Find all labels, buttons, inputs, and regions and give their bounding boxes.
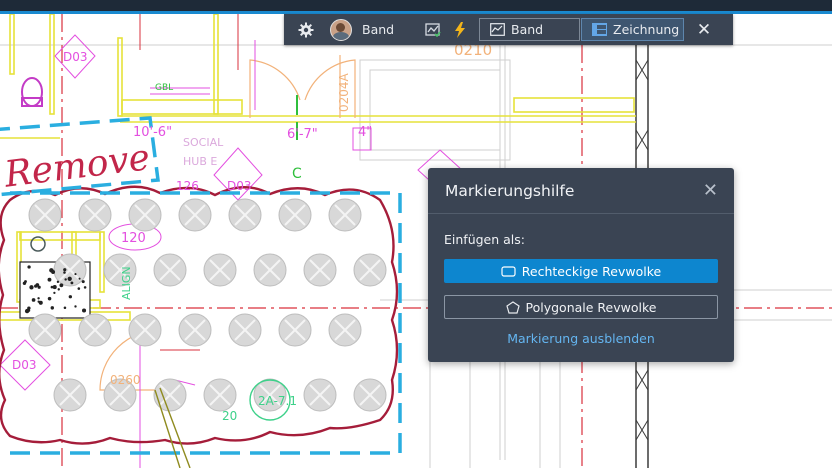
label-d03-mid: D03 [227,179,252,193]
compare-toolbar: Band Band Zeichnung ✕ [284,14,733,45]
chart-check-icon [425,22,441,37]
panel-header: Markierungshilfe ✕ [428,168,734,214]
stair-speckle [64,278,67,281]
lightning-icon [455,21,465,38]
stair-speckle [51,270,56,274]
stair-speckle [63,306,67,310]
gear-icon [298,22,314,37]
stair-speckle [63,268,67,272]
rectangular-cloud-label: Rechteckige Revwolke [521,263,662,279]
stair-speckle [74,273,77,276]
stair-speckle [47,277,52,282]
label-dim-4: 4" [358,125,372,140]
stair-speckle [27,309,31,312]
label-2a71: 2A-7.1 [258,394,297,408]
stair-speckle [47,296,52,301]
label-0204a: 0204A [337,72,351,112]
stair-speckle [57,288,60,291]
stair-speckle [74,305,77,308]
panel-title: Markierungshilfe [445,181,575,200]
label-dim-10-6: 10'-6" [133,125,172,140]
stair-speckle [56,280,60,284]
polygon-cloud-button[interactable]: Polygonale Revwolke [444,295,718,319]
stair-speckle [77,287,81,290]
stair-speckle [70,281,74,285]
stair-speckle [52,285,57,290]
stair-speckle [22,281,27,285]
stair-speckle [29,285,34,290]
label-align: ALIGN [120,266,133,300]
label-120: 120 [121,231,146,246]
stair-speckle [63,271,66,274]
stair-speckle [37,297,40,300]
rectangle-cloud-icon [501,265,516,277]
drawing-view-button[interactable]: Zeichnung [581,18,684,41]
user-name-label: Band [362,22,395,37]
label-d03-bottom: D03 [12,358,37,372]
stair-speckle [38,300,43,305]
label-dim-6-7: 6'-7" [287,127,318,142]
stair-speckle [53,291,56,295]
stair-speckle [82,308,87,313]
stair-speckle [35,283,40,287]
label-hub-e: HUB E [183,155,217,168]
settings-button[interactable] [284,14,328,45]
label-20: 20 [222,409,237,423]
label-126: 126 [176,179,199,193]
polygon-cloud-label: Polygonale Revwolke [525,299,657,315]
compare-chart-button[interactable] [418,14,448,45]
drawing-view-label: Zeichnung [613,22,680,37]
lightning-button[interactable] [448,14,472,45]
stair-speckle [83,286,87,289]
avatar[interactable] [330,18,352,41]
hide-markup-link[interactable]: Markierung ausblenden [428,331,734,346]
stair-speckle [68,295,73,299]
markup-assist-panel: Markierungshilfe ✕ Einfügen als: Rechtec… [428,168,734,362]
band-view-button[interactable]: Band [479,18,580,41]
drawing-layout-icon [592,23,607,36]
stair-speckle [50,285,54,289]
band-view-label: Band [511,22,544,37]
panel-close-icon[interactable]: ✕ [703,180,718,201]
label-d03-top: D03 [63,50,88,64]
stair-speckle [50,306,54,310]
stair-speckle [81,280,85,284]
label-gbl: GBL [155,83,173,93]
stair-speckle [78,277,81,280]
label-0260: 0260 [110,373,141,387]
label-social: SOCIAL [183,136,224,149]
band-chart-icon [490,23,505,36]
rectangular-cloud-button[interactable]: Rechteckige Revwolke [444,259,718,283]
stair-speckle [67,276,72,281]
stair-speckle [27,265,31,269]
close-icon: ✕ [696,19,712,40]
stair-speckle [31,298,36,302]
stair-speckle [59,283,64,288]
toolbar-close-button[interactable]: ✕ [684,14,724,45]
label-cl: C [292,166,302,182]
polygon-cloud-icon [505,300,520,314]
insert-as-label: Einfügen als: [444,232,525,247]
